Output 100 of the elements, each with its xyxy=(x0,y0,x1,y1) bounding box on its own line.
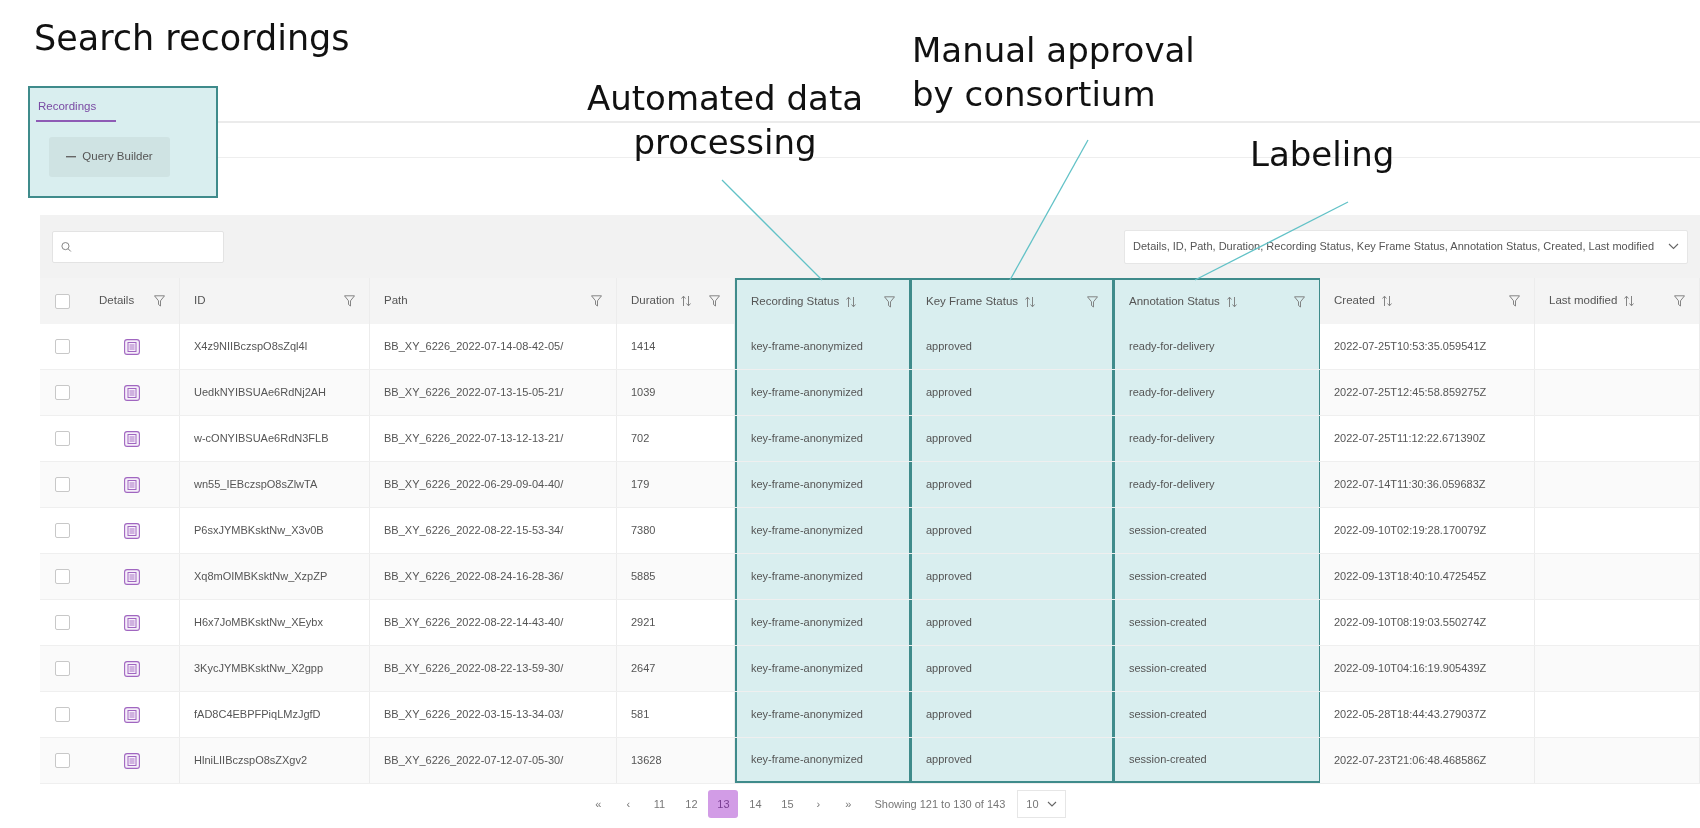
sort-icon[interactable] xyxy=(1024,296,1037,308)
search-field[interactable] xyxy=(52,230,224,263)
document-icon[interactable] xyxy=(124,338,140,355)
page-button[interactable]: 15 xyxy=(772,790,803,818)
table-cell: BB_XY_6226_2022-07-13-15-05-21/ xyxy=(370,370,617,415)
page-button[interactable]: 11 xyxy=(644,790,675,818)
table-cell: session-created xyxy=(1113,600,1320,645)
tab[interactable]: Recordings xyxy=(36,94,117,122)
table-cell: UedkNYIBSUAe6RdNj2AH xyxy=(180,370,370,415)
page-button[interactable]: 13 xyxy=(708,790,739,818)
sort-icon[interactable] xyxy=(1225,296,1238,308)
callout-label: Labeling xyxy=(1250,133,1396,176)
page-summary: Showing 121 to 130 of 143 xyxy=(874,796,1006,812)
page-nav-button[interactable]: › xyxy=(804,790,833,818)
table-cell: key-frame-anonymized xyxy=(735,646,910,691)
checkbox[interactable] xyxy=(55,707,70,722)
table-cell: X4z9NIIBczspO8sZql4l xyxy=(180,324,370,369)
checkbox[interactable] xyxy=(55,569,70,584)
page-nav-button[interactable]: « xyxy=(584,790,613,818)
table-cell: key-frame-anonymized xyxy=(735,416,910,461)
checkbox[interactable] xyxy=(55,293,70,309)
table-cell: approved xyxy=(910,508,1113,553)
table-cell: 2022-07-14T11:30:36.059683Z xyxy=(1320,462,1535,507)
filter-icon[interactable] xyxy=(1509,295,1520,307)
document-icon[interactable] xyxy=(124,706,140,723)
table-cell: ready-for-delivery xyxy=(1113,462,1320,507)
chevron-down-icon xyxy=(1046,801,1057,807)
checkbox[interactable] xyxy=(55,339,70,354)
document-icon[interactable] xyxy=(124,660,140,677)
table-cell: key-frame-anonymized xyxy=(735,600,910,645)
checkbox[interactable] xyxy=(55,753,70,768)
checkbox[interactable] xyxy=(55,661,70,676)
filter-icon[interactable] xyxy=(884,296,895,308)
table-cell: approved xyxy=(910,554,1113,599)
document-icon[interactable] xyxy=(124,752,140,769)
sort-icon[interactable] xyxy=(1623,295,1636,307)
document-icon[interactable] xyxy=(124,430,140,447)
table-cell: approved xyxy=(910,370,1113,415)
filter-icon[interactable] xyxy=(591,295,602,307)
table-cell: key-frame-anonymized xyxy=(735,462,910,507)
column-chooser[interactable]: Details, ID, Path, Duration, Recording Status, Key Frame Status, Annotation Status, Created, Last modified xyxy=(1124,229,1688,264)
document-icon[interactable] xyxy=(124,384,140,401)
table-cell: 2022-09-10T08:19:03.550274Z xyxy=(1320,600,1535,645)
table-cell: 2022-07-25T12:45:58.859275Z xyxy=(1320,370,1535,415)
table-cell: approved xyxy=(910,462,1113,507)
table-cell: 2022-05-28T18:44:43.279037Z xyxy=(1320,692,1535,737)
checkbox[interactable] xyxy=(55,431,70,446)
callout-label: Automated data processing xyxy=(585,77,865,164)
table-cell: approved xyxy=(910,324,1113,369)
table-cell: BB_XY_6226_2022-03-15-13-34-03/ xyxy=(370,692,617,737)
page-nav-button[interactable]: » xyxy=(834,790,863,818)
table-cell: 2022-09-13T18:40:10.472545Z xyxy=(1320,554,1535,599)
filter-icon[interactable] xyxy=(1674,295,1685,307)
table-cell: key-frame-anonymized xyxy=(735,324,910,369)
table-cell: key-frame-anonymized xyxy=(735,370,910,415)
checkbox[interactable] xyxy=(55,523,70,538)
column-header[interactable]: Key Frame Status xyxy=(910,278,1113,324)
table-cell: BB_XY_6226_2022-07-13-12-13-21/ xyxy=(370,416,617,461)
sort-icon[interactable] xyxy=(680,295,693,307)
page-title: Search recordings xyxy=(34,17,350,60)
sort-icon[interactable] xyxy=(845,296,858,308)
search-icon xyxy=(61,240,72,253)
table-cell: 2022-09-10T04:16:19.905439Z xyxy=(1320,646,1535,691)
filter-icon[interactable] xyxy=(709,295,720,307)
document-icon[interactable] xyxy=(124,614,140,631)
filter-icon[interactable] xyxy=(154,295,165,307)
column-header[interactable]: Annotation Status xyxy=(1113,278,1320,324)
checkbox[interactable] xyxy=(55,385,70,400)
table-cell: w-cONYIBSUAe6RdN3FLB xyxy=(180,416,370,461)
filter-icon[interactable] xyxy=(1087,296,1098,308)
page-button[interactable]: 14 xyxy=(740,790,771,818)
table-cell: H6x7JoMBKsktNw_XEybx xyxy=(180,600,370,645)
page-button[interactable]: 12 xyxy=(676,790,707,818)
table-cell: approved xyxy=(910,646,1113,691)
table-cell: key-frame-anonymized xyxy=(735,554,910,599)
table-cell: Xq8mOIMBKsktNw_XzpZP xyxy=(180,554,370,599)
document-icon[interactable] xyxy=(124,476,140,493)
filter-icon[interactable] xyxy=(1294,296,1305,308)
sort-icon[interactable] xyxy=(1380,295,1393,307)
table-cell: HlniLIIBczspO8sZXgv2 xyxy=(180,738,370,783)
callout-label: Manual approval by consortium xyxy=(912,29,1196,116)
table-cell: 2022-09-10T02:19:28.170079Z xyxy=(1320,508,1535,553)
table-cell: 2022-07-25T11:12:22.671390Z xyxy=(1320,416,1535,461)
checkbox[interactable] xyxy=(55,477,70,492)
table-cell: wn55_IEBczspO8sZlwTA xyxy=(180,462,370,507)
page-nav-button[interactable]: ‹ xyxy=(614,790,643,818)
document-icon[interactable] xyxy=(124,568,140,585)
table-cell: BB_XY_6226_2022-08-22-15-53-34/ xyxy=(370,508,617,553)
filter-icon[interactable] xyxy=(344,295,355,307)
checkbox[interactable] xyxy=(55,615,70,630)
table-cell: approved xyxy=(910,600,1113,645)
column-header[interactable]: Recording Status xyxy=(735,278,910,324)
table-cell: BB_XY_6226_2022-08-22-13-59-30/ xyxy=(370,646,617,691)
table-cell: session-created xyxy=(1113,692,1320,737)
document-icon[interactable] xyxy=(124,522,140,539)
page-size-select[interactable]: 10 xyxy=(1017,790,1066,818)
query-builder-button[interactable]: Query Builder xyxy=(49,137,170,177)
chevron-down-icon xyxy=(1668,243,1679,250)
table-cell: ready-for-delivery xyxy=(1113,324,1320,369)
minus-icon xyxy=(66,156,77,158)
